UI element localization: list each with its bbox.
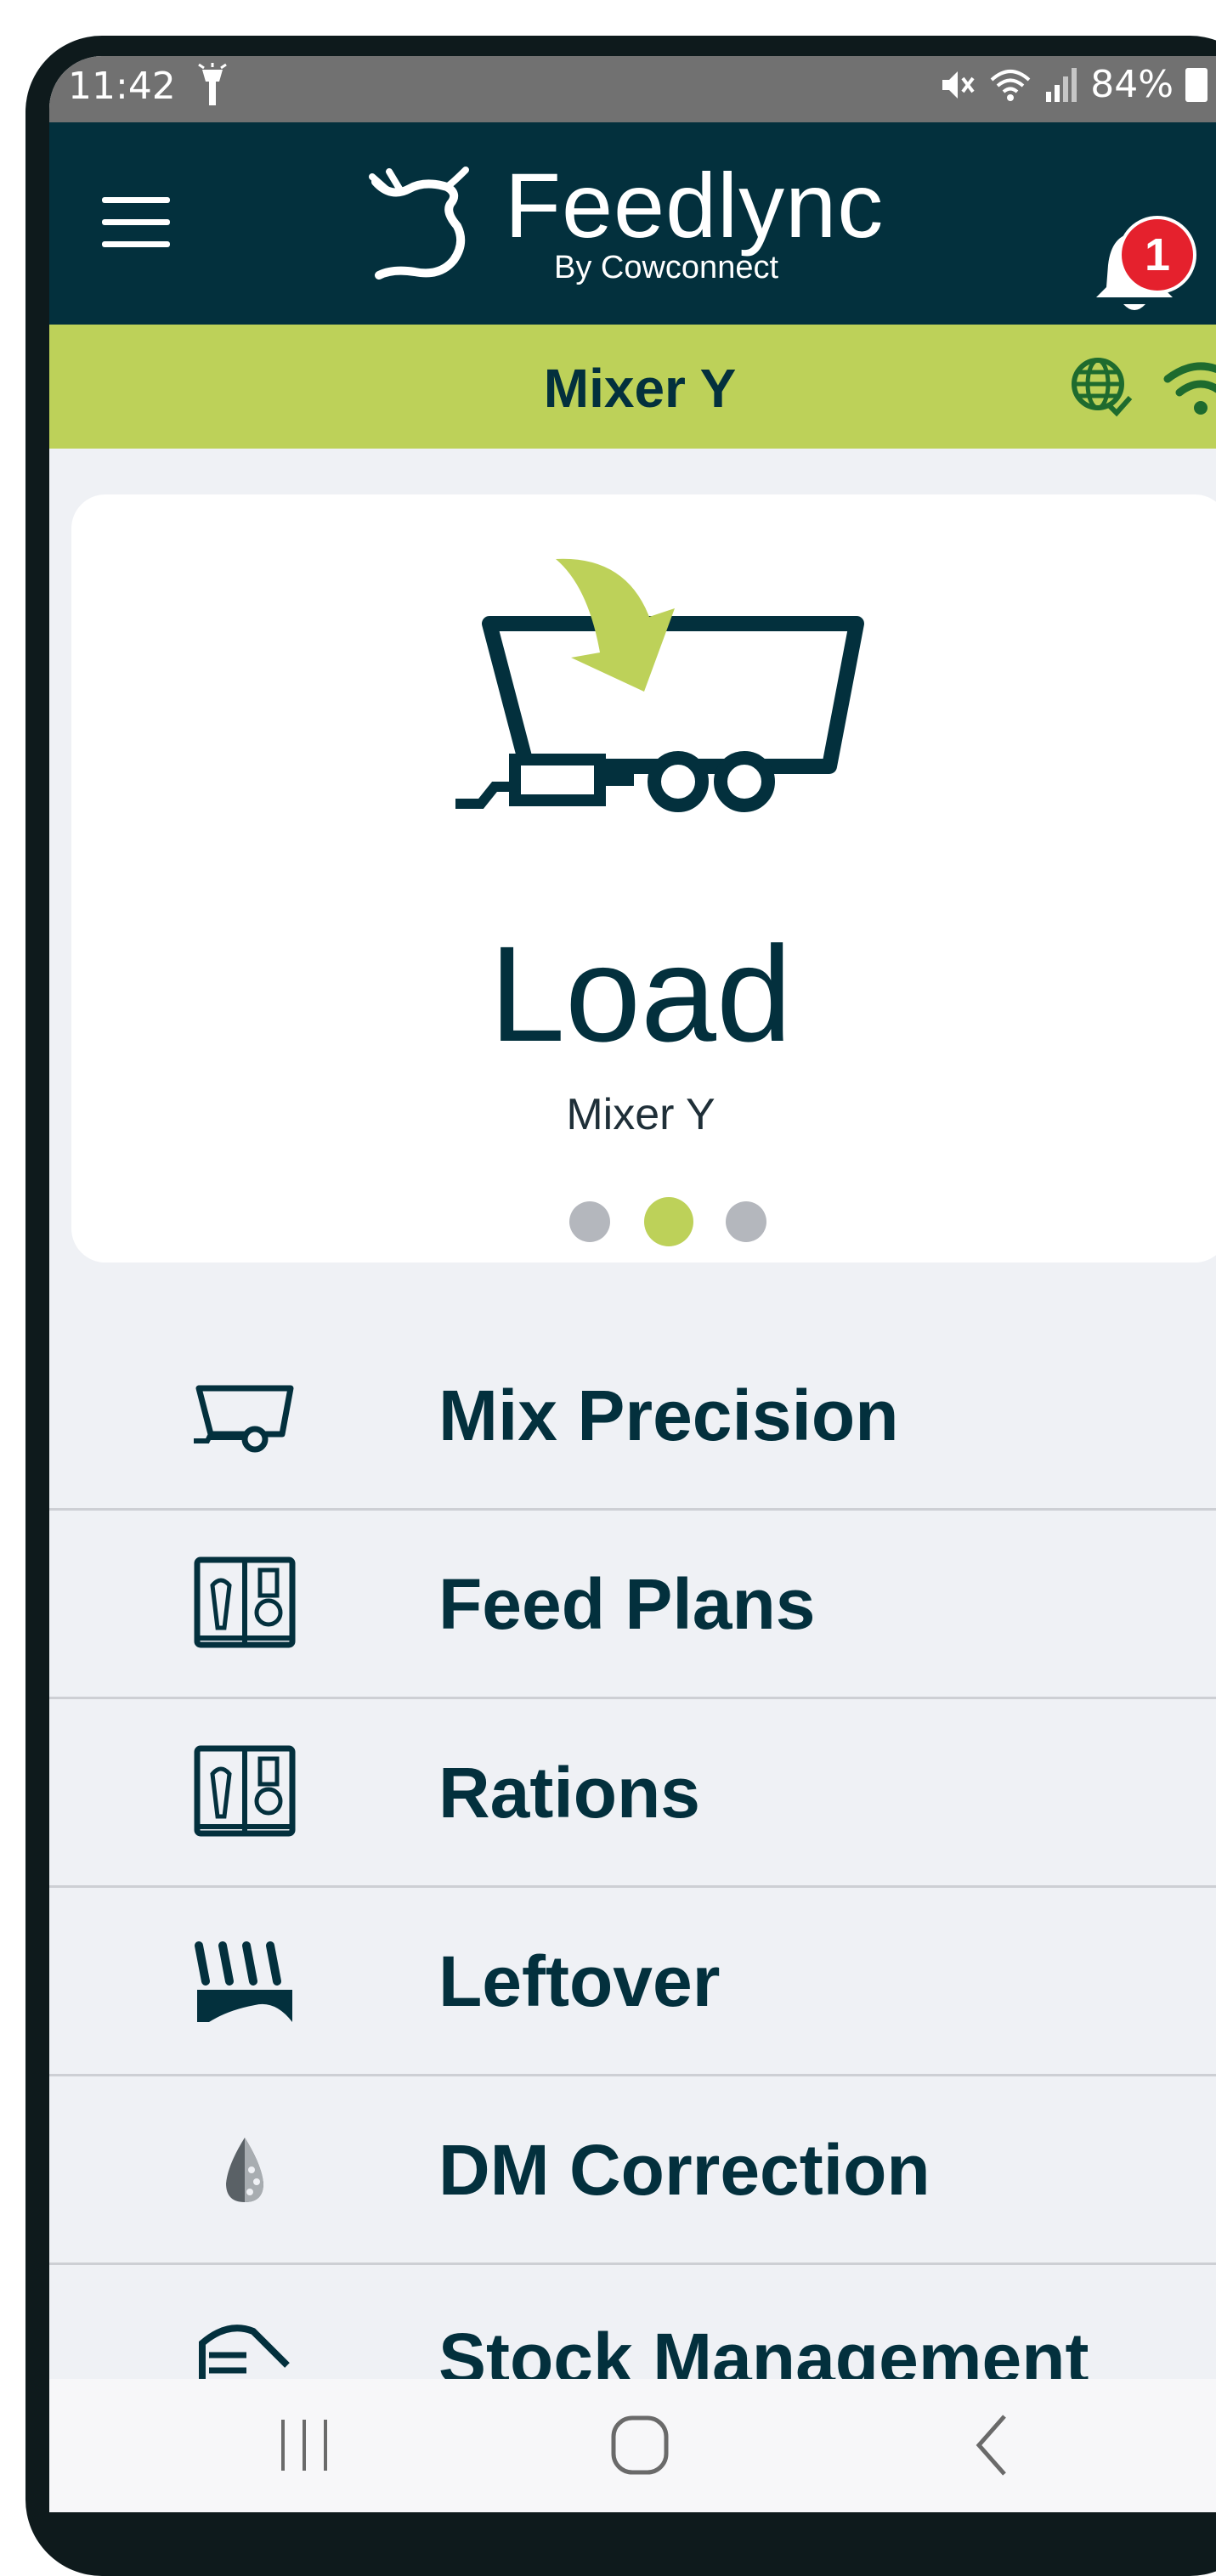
ration-book-icon [194,1745,296,1837]
status-bar: 11:42 84% [49,56,1216,122]
cow-logo-icon [369,167,469,280]
status-time: 11:42 [68,65,176,108]
status-icons: 84% [939,63,1208,106]
app-logo: Feedlync By Cowconnect [365,154,977,289]
menu-item-label: DM Correction [438,2130,930,2210]
signal-icon [1046,67,1077,102]
menu-item-label: Leftover [438,1941,721,2021]
app-screen: 11:42 84% Feedlync By Cowconnect 1 Mixer… [49,56,1216,2512]
carousel-subtitle: Mixer Y [566,1090,715,1139]
mixer-wagon-icon [194,1385,294,1453]
flashlight-icon [198,63,227,105]
notification-badge[interactable]: 1 [1118,216,1196,294]
battery-icon [1185,67,1208,102]
mixer-title[interactable]: Mixer Y [49,357,1216,420]
menu-icon[interactable] [102,197,170,248]
mixer-selector-bar[interactable]: Mixer Y [49,325,1216,449]
menu-item-label: Mix Precision [438,1376,899,1455]
back-icon[interactable] [955,2411,1032,2479]
menu-item-mix-precision[interactable]: Mix Precision [49,1322,1216,1511]
app-header: Feedlync By Cowconnect 1 [49,122,1216,325]
menu-item-label: Feed Plans [438,1564,816,1644]
wifi-icon [1163,362,1216,415]
carousel-title: Load [489,918,792,1070]
recent-apps-icon[interactable] [266,2411,342,2479]
menu-item-label: Rations [438,1753,701,1833]
mixer-wagon-load-icon [455,558,864,812]
feed-book-icon [194,1556,296,1648]
brand-subtitle: By Cowconnect [554,250,779,285]
menu-item-rations[interactable]: Rations [49,1699,1216,1888]
load-carousel-card[interactable]: Load Mixer Y [71,494,1216,1263]
battery-percent: 84% [1090,63,1174,106]
pagination-dot[interactable] [569,1201,610,1242]
dry-matter-drop-icon [226,2138,263,2202]
mute-icon [942,71,975,99]
system-nav-bar [49,2379,1216,2512]
carousel-pagination [564,1196,768,1247]
pagination-dot[interactable] [726,1201,766,1242]
menu-item-leftover[interactable]: Leftover [49,1888,1216,2076]
menu-item-dm-correction[interactable]: DM Correction [49,2076,1216,2265]
home-icon[interactable] [602,2411,678,2479]
menu-item-feed-plans[interactable]: Feed Plans [49,1511,1216,1699]
leftover-icon [195,1941,292,2022]
wifi-icon [990,69,1031,101]
pagination-dot-active[interactable] [644,1197,693,1246]
globe-check-icon [1072,358,1133,417]
brand-name: Feedlync [505,154,885,257]
